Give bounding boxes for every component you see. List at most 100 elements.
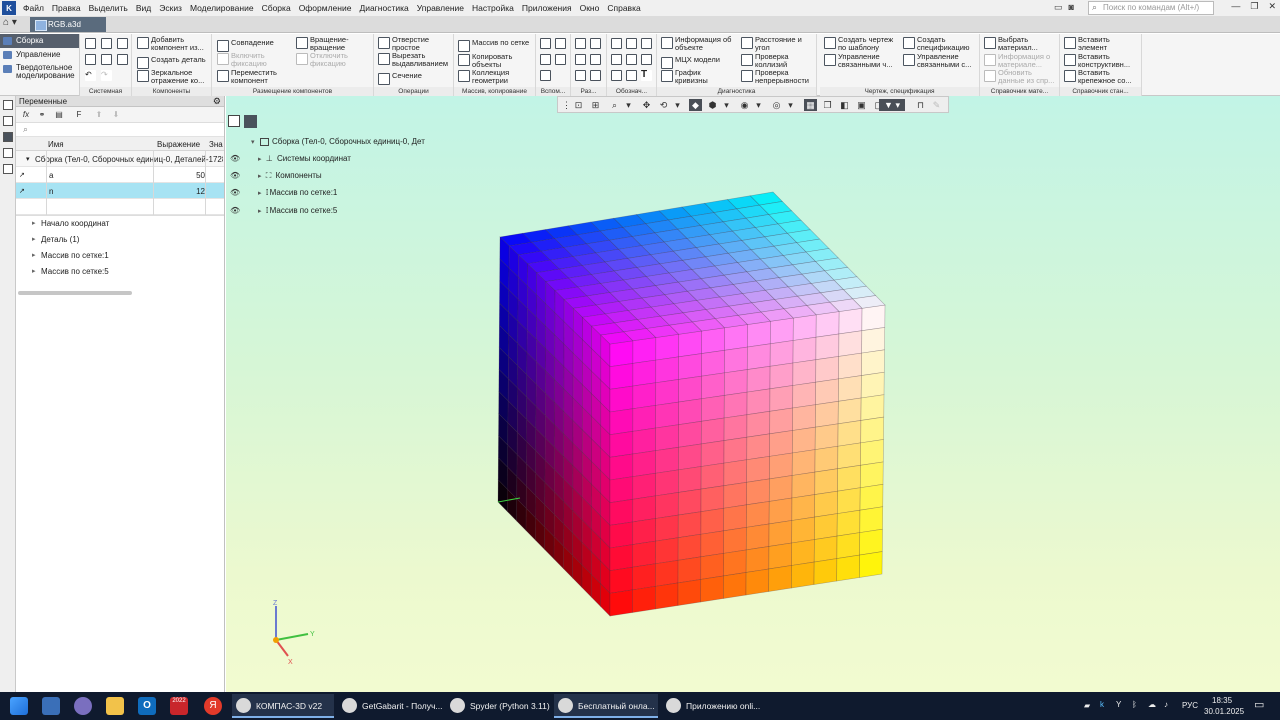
document-tab[interactable]: RGB.a3d: [30, 17, 106, 32]
outlook-icon[interactable]: O: [138, 697, 156, 715]
tree-item[interactable]: Массив по сетке:5: [16, 264, 224, 280]
menu-format[interactable]: Оформление: [295, 3, 356, 13]
restore-icon[interactable]: ❐: [1250, 1, 1258, 12]
menu-management[interactable]: Управление: [413, 3, 468, 13]
grid-array-button[interactable]: Массив по сетке: [458, 39, 529, 52]
variables-filter[interactable]: ⌕: [16, 123, 224, 137]
insert-fastener-button[interactable]: Вставить крепежное со...: [1064, 69, 1140, 84]
start-icon[interactable]: [10, 697, 28, 715]
fx-icon[interactable]: fx: [20, 109, 32, 121]
kompas-logo-icon[interactable]: K: [2, 1, 16, 15]
check-collisions-button[interactable]: Проверка коллизий: [741, 53, 813, 68]
tree-item[interactable]: Начало координат: [16, 216, 224, 232]
open-doc-icon[interactable]: [101, 38, 112, 49]
taskbar-app-getgabarit[interactable]: GetGabarit - Получ...: [338, 694, 443, 718]
menu-settings[interactable]: Настройка: [468, 3, 518, 13]
taskbar-app-spyder[interactable]: Spyder (Python 3.11): [446, 694, 550, 718]
explorer-icon[interactable]: [106, 697, 124, 715]
arrow-icon[interactable]: [626, 70, 637, 81]
menu-file[interactable]: Файл: [19, 3, 48, 13]
taskbar-app-browser-2[interactable]: Приложению onli...: [662, 694, 766, 718]
var-expression[interactable]: 50: [196, 171, 205, 180]
coincide-button[interactable]: Совпадение: [217, 39, 274, 52]
tree-icon[interactable]: [3, 100, 13, 110]
sphere-icon[interactable]: [575, 70, 586, 81]
paint-icon[interactable]: [74, 697, 92, 715]
var-name[interactable]: a: [49, 171, 53, 180]
angle-dim-icon[interactable]: [641, 38, 652, 49]
col-value[interactable]: Зна: [209, 140, 223, 149]
cut-extrude-button[interactable]: Вырезать выдавливанием: [378, 52, 452, 67]
print-icon[interactable]: [85, 54, 96, 65]
save-icon[interactable]: [117, 38, 128, 49]
yandex-icon[interactable]: Я: [204, 697, 222, 715]
section-button[interactable]: Сечение: [378, 72, 422, 85]
col-name[interactable]: Имя: [48, 140, 64, 149]
col-expression[interactable]: Выражение: [157, 140, 200, 149]
object-info-button[interactable]: Информация об объекте: [661, 36, 737, 51]
menu-sketch[interactable]: Эскиз: [155, 3, 186, 13]
clock-date[interactable]: 30.01.2025: [1204, 707, 1244, 716]
function-icon[interactable]: F: [73, 109, 85, 121]
mode-assembly[interactable]: Сборка: [0, 34, 79, 48]
yandex-tray-icon[interactable]: Y: [1116, 700, 1121, 709]
kaspersky-icon[interactable]: k: [1100, 700, 1104, 709]
dimension-icon[interactable]: [626, 38, 637, 49]
tree-item[interactable]: Массив по сетке:1: [16, 248, 224, 264]
cylinder-icon[interactable]: [590, 54, 601, 65]
point-icon[interactable]: [540, 54, 551, 65]
copy-icon[interactable]: [101, 54, 112, 65]
disable-fix-button[interactable]: Отключить фиксацию: [296, 52, 368, 67]
volume-icon[interactable]: ♪: [1164, 700, 1168, 709]
simple-hole-button[interactable]: Отверстие простое: [378, 36, 452, 51]
manage-linked-drawings-button[interactable]: Управление связанными ч...: [824, 53, 898, 68]
check-continuity-button[interactable]: Проверка непрерывности: [741, 69, 815, 84]
insert-element-button[interactable]: Вставить элемент: [1064, 36, 1138, 51]
plane-icon[interactable]: [540, 38, 551, 49]
cone-icon[interactable]: [590, 70, 601, 81]
insert-constructive-button[interactable]: Вставить конструктивн...: [1064, 53, 1140, 68]
table-row-empty[interactable]: [16, 199, 224, 215]
menu-edit[interactable]: Правка: [48, 3, 85, 13]
gear-part-icon[interactable]: [575, 54, 586, 65]
list-icon[interactable]: [3, 164, 13, 174]
menu-select[interactable]: Выделить: [85, 3, 132, 13]
variables-icon[interactable]: [3, 132, 13, 142]
layers-icon[interactable]: [3, 148, 13, 158]
mode-management[interactable]: Управление: [0, 48, 79, 62]
leader-icon[interactable]: [611, 38, 622, 49]
menu-modeling[interactable]: Моделирование: [186, 3, 258, 13]
line-icon[interactable]: [540, 70, 551, 81]
table-icon[interactable]: ▤: [53, 109, 65, 121]
add-component-button[interactable]: Добавить компонент из...: [137, 36, 213, 51]
command-search-input[interactable]: Поиск по командам (Alt+/): [1088, 1, 1214, 15]
new-doc-icon[interactable]: [85, 38, 96, 49]
horizontal-scrollbar[interactable]: [18, 291, 132, 295]
paste-icon[interactable]: [117, 54, 128, 65]
text-icon[interactable]: T: [641, 70, 652, 81]
axis-icon[interactable]: [555, 38, 566, 49]
mode-solid-modeling[interactable]: Твердотельное моделирование: [0, 62, 79, 82]
undo-icon[interactable]: ↶: [85, 70, 96, 81]
mark-icon[interactable]: [611, 70, 622, 81]
mass-properties-button[interactable]: МЦХ модели: [661, 56, 720, 69]
move-component-button[interactable]: Переместить компонент: [217, 69, 289, 84]
create-drawing-button[interactable]: Создать чертеж по шаблону: [824, 36, 898, 51]
menu-window[interactable]: Окно: [576, 3, 604, 13]
roughness-icon[interactable]: [611, 54, 622, 65]
tolerance-icon[interactable]: [641, 54, 652, 65]
screen-icon[interactable]: ▭: [1054, 2, 1063, 13]
cs-icon[interactable]: [555, 54, 566, 65]
collapse-icon[interactable]: ▾: [26, 155, 30, 163]
geometry-collection-button[interactable]: Коллекция геометрии: [458, 69, 532, 84]
clock-time[interactable]: 18:35: [1212, 696, 1232, 705]
tree-item[interactable]: Деталь (1): [16, 232, 224, 248]
create-part-button[interactable]: Создать деталь: [137, 56, 206, 69]
close-icon[interactable]: ✕: [1268, 1, 1276, 12]
minimize-icon[interactable]: —: [1231, 1, 1240, 12]
network-icon[interactable]: ☁: [1148, 700, 1156, 709]
update-material-button[interactable]: Обновить данные из спр...: [984, 69, 1058, 84]
menu-diagnostics[interactable]: Диагностика: [355, 3, 412, 13]
bluetooth-icon[interactable]: ᛒ: [1132, 700, 1137, 709]
choose-material-button[interactable]: Выбрать материал...: [984, 36, 1056, 51]
